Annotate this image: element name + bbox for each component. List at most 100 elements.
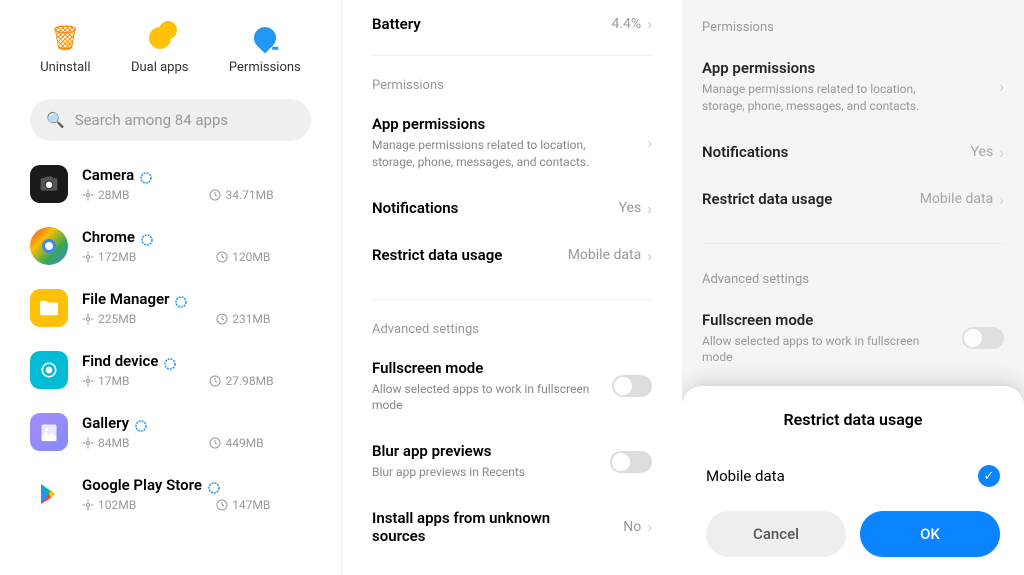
- uninstall-label: Uninstall: [40, 60, 90, 75]
- app-permissions-desc: Manage permissions related to location, …: [702, 81, 952, 115]
- ok-button[interactable]: OK: [860, 511, 1000, 557]
- restrict-value: Mobile data: [920, 191, 993, 207]
- chevron-right-icon: ›: [999, 190, 1004, 209]
- notifications-value: Yes: [619, 200, 642, 216]
- app-mem: 28MB: [98, 188, 129, 202]
- app-storage: 231MB: [232, 312, 270, 326]
- app-list: Camera 28MB 34.71MB Chrome 172MB 120MB F…: [0, 153, 341, 525]
- notifications-label: Notifications: [372, 199, 458, 217]
- app-permissions-row[interactable]: App permissions Manage permissions relat…: [702, 45, 1004, 129]
- install-value: No: [623, 519, 641, 535]
- chevron-right-icon: ›: [647, 133, 652, 152]
- app-item-gallery[interactable]: Gallery 84MB 449MB: [30, 401, 311, 463]
- modal-option-label: Mobile data: [706, 467, 785, 485]
- app-name: Chrome: [82, 228, 135, 246]
- section-permissions: Permissions: [372, 64, 652, 101]
- app-mem: 172MB: [98, 250, 136, 264]
- app-item-finddevice[interactable]: Find device 17MB 27.98MB: [30, 339, 311, 401]
- app-item-chrome[interactable]: Chrome 172MB 120MB: [30, 215, 311, 277]
- running-badge-icon: [141, 231, 153, 243]
- app-mem: 17MB: [98, 374, 129, 388]
- blur-title: Blur app previews: [372, 442, 525, 460]
- running-badge-icon: [135, 417, 147, 429]
- divider: [702, 243, 1004, 244]
- restrict-data-row[interactable]: Restrict data usage Mobile data›: [372, 232, 652, 279]
- chevron-right-icon: ›: [647, 14, 652, 33]
- app-permissions-title: App permissions: [702, 59, 952, 77]
- dualapps-label: Dual apps: [131, 60, 189, 75]
- fullscreen-desc: Allow selected apps to work in fullscree…: [372, 381, 612, 415]
- modal-buttons: Cancel OK: [706, 511, 1000, 557]
- blur-row[interactable]: Blur app previews Blur app previews in R…: [372, 428, 652, 495]
- search-input[interactable]: 🔍 Search among 84 apps: [30, 99, 311, 141]
- app-storage: 34.71MB: [225, 188, 273, 202]
- app-mem: 84MB: [98, 436, 129, 450]
- chevron-right-icon: ›: [647, 517, 652, 536]
- top-actions: 🗑 Uninstall Dual apps Permissions: [0, 0, 341, 91]
- search-icon: 🔍: [46, 111, 65, 129]
- app-item-filemanager[interactable]: File Manager 225MB 231MB: [30, 277, 311, 339]
- battery-label: Battery: [372, 15, 421, 33]
- running-badge-icon: [208, 479, 220, 491]
- app-name: File Manager: [82, 290, 169, 308]
- app-item-camera[interactable]: Camera 28MB 34.71MB: [30, 153, 311, 215]
- app-name: Find device: [82, 352, 158, 370]
- install-title: Install apps from unknown sources: [372, 509, 552, 545]
- divider: [372, 55, 652, 56]
- app-storage: 449MB: [225, 436, 263, 450]
- app-permissions-desc: Manage permissions related to location, …: [372, 137, 622, 171]
- blur-desc: Blur app previews in Recents: [372, 464, 525, 481]
- app-detail-panel: Battery 4.4% › Permissions App permission…: [341, 0, 682, 575]
- battery-row[interactable]: Battery 4.4% ›: [372, 0, 652, 47]
- clear-defaults-row[interactable]: Clear defaults: [372, 559, 652, 575]
- app-name: Gallery: [82, 414, 129, 432]
- app-item-playstore[interactable]: Google Play Store 102MB 147MB: [30, 463, 311, 525]
- restrict-data-modal: Restrict data usage Mobile data ✓ Cancel…: [682, 386, 1024, 575]
- app-icon-camera: [30, 165, 68, 203]
- app-list-panel: 🗑 Uninstall Dual apps Permissions 🔍 Sear…: [0, 0, 341, 575]
- restrict-label: Restrict data usage: [372, 246, 502, 264]
- permissions-action[interactable]: Permissions: [229, 24, 301, 75]
- fullscreen-desc: Allow selected apps to work in fullscree…: [702, 333, 952, 367]
- running-badge-icon: [140, 169, 152, 181]
- modal-title: Restrict data usage: [706, 410, 1000, 429]
- app-storage: 120MB: [232, 250, 270, 264]
- fullscreen-row[interactable]: Fullscreen mode Allow selected apps to w…: [372, 345, 652, 429]
- app-name: Camera: [82, 166, 134, 184]
- app-name: Google Play Store: [82, 476, 202, 494]
- battery-value: 4.4%: [612, 16, 642, 32]
- permissions-icon: [251, 24, 279, 52]
- uninstall-action[interactable]: 🗑 Uninstall: [40, 24, 90, 75]
- search-placeholder: Search among 84 apps: [75, 111, 295, 129]
- app-permissions-title: App permissions: [372, 115, 622, 133]
- modal-option-mobile-data[interactable]: Mobile data ✓: [706, 453, 1000, 511]
- app-icon-playstore: [30, 475, 68, 513]
- app-mem: 102MB: [98, 498, 136, 512]
- chevron-right-icon: ›: [647, 246, 652, 265]
- restrict-data-row[interactable]: Restrict data usage Mobile data›: [702, 176, 1004, 223]
- install-unknown-row[interactable]: Install apps from unknown sources No ›: [372, 495, 652, 559]
- app-icon-chrome: [30, 227, 68, 265]
- dualapps-action[interactable]: Dual apps: [131, 24, 189, 75]
- app-icon-filemanager: [30, 289, 68, 327]
- app-storage: 27.98MB: [225, 374, 273, 388]
- notifications-row[interactable]: Notifications Yes›: [372, 185, 652, 232]
- checkmark-icon: ✓: [978, 465, 1000, 487]
- notifications-row[interactable]: Notifications Yes›: [702, 129, 1004, 176]
- running-badge-icon: [175, 293, 187, 305]
- app-storage: 147MB: [232, 498, 270, 512]
- fullscreen-toggle[interactable]: [962, 327, 1004, 349]
- fullscreen-title: Fullscreen mode: [372, 359, 612, 377]
- permissions-label: Permissions: [229, 60, 301, 75]
- cancel-button[interactable]: Cancel: [706, 511, 846, 557]
- section-advanced: Advanced settings: [702, 252, 1004, 297]
- blur-toggle[interactable]: [610, 451, 652, 473]
- app-icon-gallery: [30, 413, 68, 451]
- fullscreen-row[interactable]: Fullscreen mode Allow selected apps to w…: [702, 297, 1004, 381]
- chevron-right-icon: ›: [999, 143, 1004, 162]
- fullscreen-toggle[interactable]: [612, 375, 652, 397]
- app-permissions-row[interactable]: App permissions Manage permissions relat…: [372, 101, 652, 185]
- app-icon-finddevice: [30, 351, 68, 389]
- modal-panel: Permissions App permissions Manage permi…: [682, 0, 1024, 575]
- notifications-label: Notifications: [702, 143, 788, 161]
